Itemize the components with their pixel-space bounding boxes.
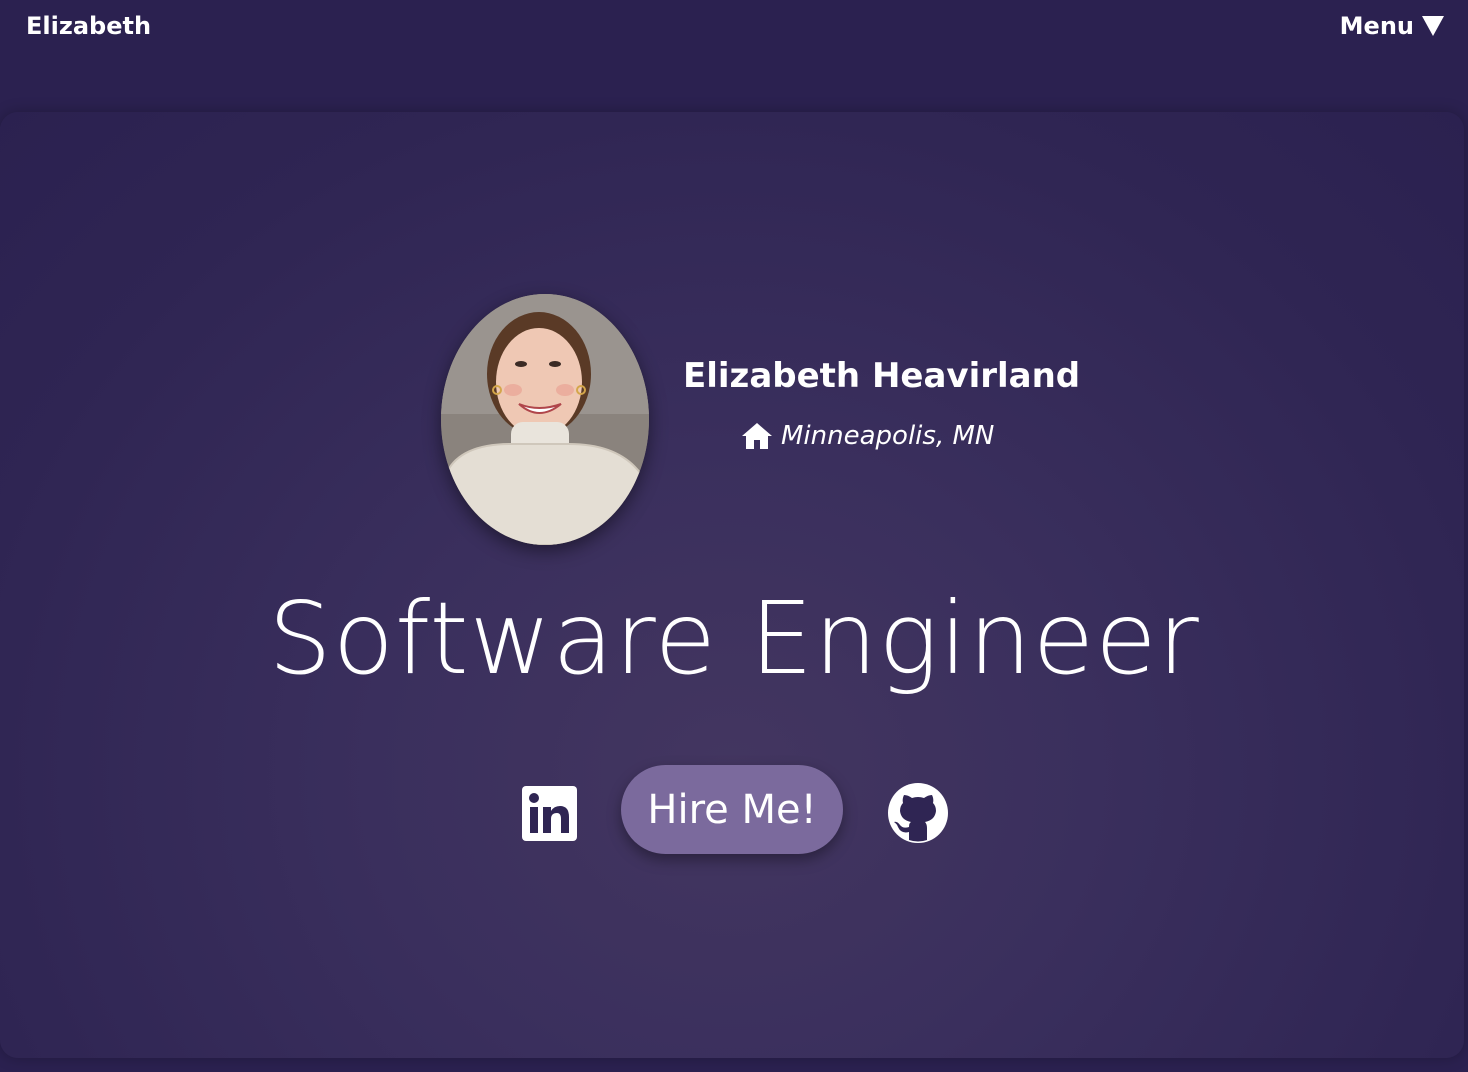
page: Elizabeth Menu Elizabeth Heavirland Minn…: [0, 0, 1468, 1072]
triangle-down-icon: [1422, 16, 1444, 36]
home-icon: [742, 423, 772, 449]
brand-link[interactable]: Elizabeth: [26, 12, 151, 40]
navbar: Elizabeth Menu: [0, 0, 1468, 112]
profile-photo-illustration: [441, 294, 649, 545]
profile-photo: [441, 294, 649, 545]
linkedin-icon[interactable]: [522, 786, 577, 841]
profile-name: Elizabeth Heavirland: [683, 356, 1081, 396]
menu-label: Menu: [1339, 12, 1414, 40]
github-icon[interactable]: [887, 782, 949, 844]
location-text: Minneapolis, MN: [781, 421, 995, 451]
menu-toggle[interactable]: Menu: [1340, 12, 1444, 40]
job-title: Software Engineer: [268, 580, 1200, 697]
hire-me-button[interactable]: Hire Me!: [621, 765, 843, 854]
location: Minneapolis, MN: [741, 421, 994, 451]
